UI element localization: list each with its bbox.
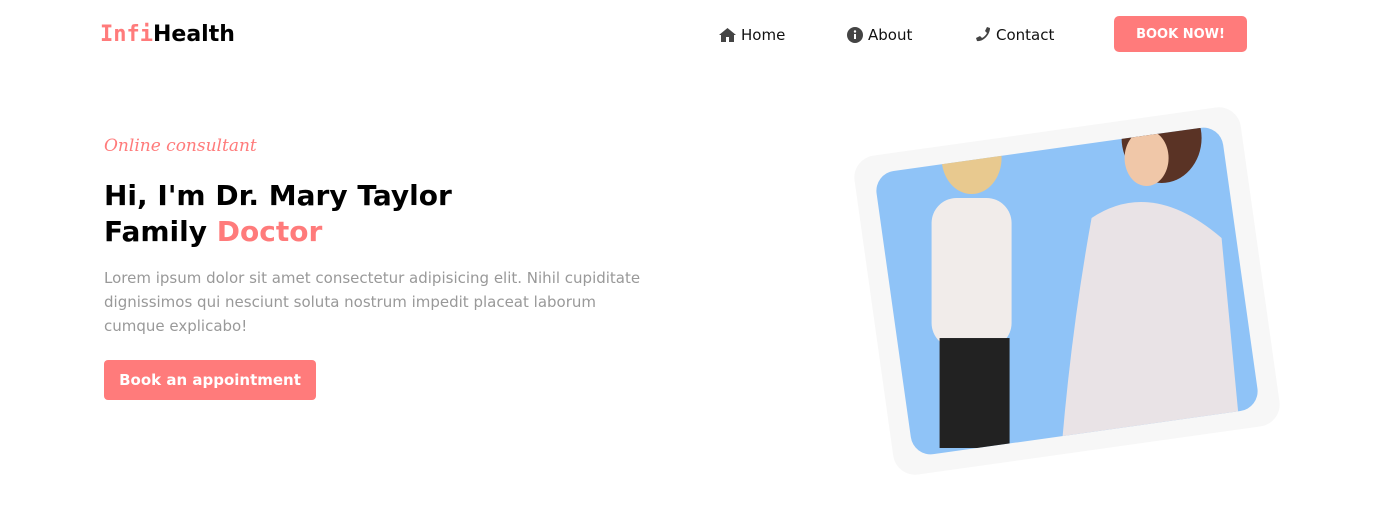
logo-part-health: Health [152, 22, 235, 47]
logo-part-infi: Infi [100, 22, 153, 47]
info-icon [847, 27, 863, 43]
nav-about-label: About [868, 26, 913, 44]
logo[interactable]: InfiHealth [100, 22, 235, 47]
hero-subtitle: Online consultant [104, 136, 257, 156]
phone-icon [976, 27, 990, 42]
home-icon [719, 28, 736, 42]
title-highlight: Doctor [216, 215, 323, 248]
book-appointment-button[interactable]: Book an appointment [104, 360, 316, 400]
doctor-photo [873, 125, 1261, 457]
nav-contact[interactable]: Contact [975, 26, 1054, 44]
title-line1: Hi, I'm Dr. Mary Taylor [104, 179, 452, 212]
nav-home[interactable]: Home [719, 26, 785, 44]
hero-title: Hi, I'm Dr. Mary Taylor Family Doctor [104, 178, 452, 250]
title-line2: Family [104, 215, 217, 248]
nav-about[interactable]: About [847, 26, 912, 44]
nav-contact-label: Contact [996, 26, 1055, 44]
nav-home-label: Home [741, 26, 786, 44]
book-now-button[interactable]: BOOK NOW! [1114, 16, 1247, 52]
hero-description: Lorem ipsum dolor sit amet consectetur a… [104, 269, 641, 335]
